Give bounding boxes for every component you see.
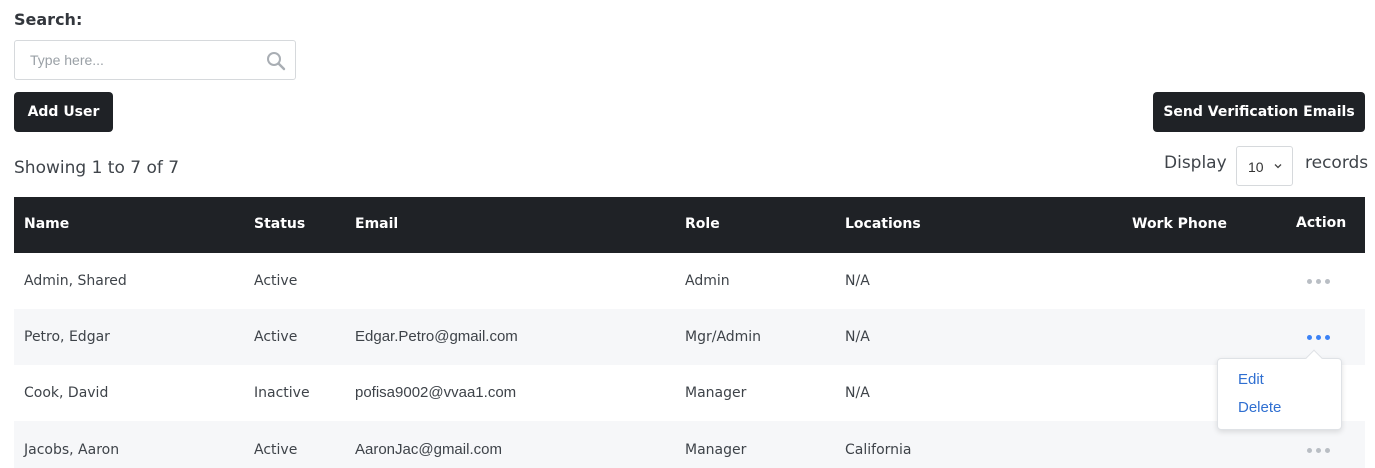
column-header-status[interactable]: Status: [254, 216, 305, 232]
delete-menu-item[interactable]: Delete: [1238, 399, 1281, 416]
cell-role: Admin: [685, 273, 730, 289]
cell-role: Manager: [685, 385, 747, 401]
cell-email: AaronJac@gmail.com: [355, 441, 502, 458]
column-header-role[interactable]: Role: [685, 216, 720, 232]
column-header-work-phone[interactable]: Work Phone: [1132, 216, 1227, 232]
cell-status: Active: [254, 273, 298, 289]
cell-email: Edgar.Petro@gmail.com: [355, 328, 518, 345]
column-header-locations[interactable]: Locations: [845, 216, 921, 232]
cell-status: Active: [254, 329, 298, 345]
table-row: Admin, Shared Active Admin N/A: [14, 253, 1365, 309]
search-label: Search:: [14, 10, 83, 29]
cell-locations: California: [845, 442, 912, 458]
column-header-email[interactable]: Email: [355, 216, 398, 232]
cell-locations: N/A: [845, 329, 870, 345]
more-actions-icon[interactable]: [1306, 273, 1336, 289]
cell-locations: N/A: [845, 385, 870, 401]
cell-role: Mgr/Admin: [685, 329, 762, 345]
cell-locations: N/A: [845, 273, 870, 289]
table-header: Name Status Email Role Locations Work Ph…: [14, 197, 1365, 253]
table-row: Jacobs, Aaron Active AaronJac@gmail.com …: [14, 421, 1365, 468]
chevron-down-icon: [1274, 164, 1282, 169]
more-actions-icon[interactable]: [1306, 442, 1336, 458]
edit-menu-item[interactable]: Edit: [1238, 371, 1264, 388]
records-label: records: [1305, 153, 1369, 173]
more-actions-icon[interactable]: [1306, 329, 1336, 345]
cell-role: Manager: [685, 442, 747, 458]
page-size-select[interactable]: 10: [1236, 146, 1293, 186]
send-verification-emails-button[interactable]: Send Verification Emails: [1153, 92, 1365, 132]
column-header-action: Action: [1296, 215, 1347, 231]
search-box[interactable]: [14, 40, 296, 80]
cell-email: pofisa9002@vvaa1.com: [355, 384, 517, 401]
table-row: Cook, David Inactive pofisa9002@vvaa1.co…: [14, 365, 1365, 421]
add-user-button[interactable]: Add User: [14, 92, 113, 132]
action-dropdown-menu: Edit Delete: [1217, 349, 1342, 430]
search-icon[interactable]: [266, 51, 286, 71]
records-summary: Showing 1 to 7 of 7: [14, 158, 180, 178]
cell-name: Admin, Shared: [24, 273, 127, 289]
display-label: Display: [1164, 153, 1227, 173]
column-header-name[interactable]: Name: [24, 216, 69, 232]
cell-status: Inactive: [254, 385, 310, 401]
cell-name: Jacobs, Aaron: [24, 442, 120, 458]
cell-status: Active: [254, 442, 298, 458]
page-size-value: 10: [1248, 159, 1264, 175]
cell-name: Cook, David: [24, 385, 109, 401]
search-input[interactable]: [15, 41, 255, 79]
cell-name: Petro, Edgar: [24, 329, 110, 345]
table-row: Petro, Edgar Active Edgar.Petro@gmail.co…: [14, 309, 1365, 365]
